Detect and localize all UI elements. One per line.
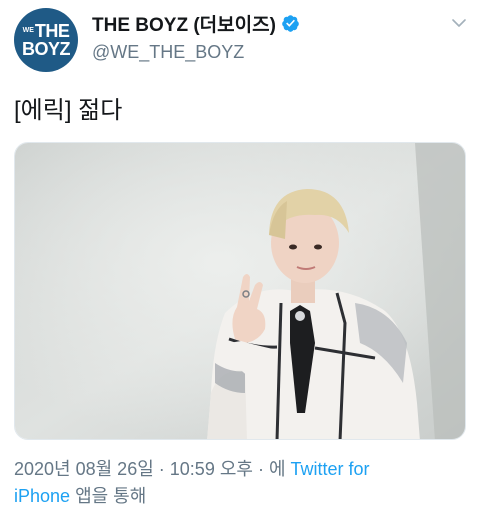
chevron-down-icon[interactable] — [450, 14, 468, 32]
meta-separator: · 에 — [252, 459, 291, 479]
tweet-photo[interactable] — [14, 142, 466, 440]
avatar-logo-bottom: BOYZ — [21, 39, 71, 59]
name-row: THE BOYZ (더보이즈) — [92, 10, 300, 37]
tweet-header: WETHE BOYZ THE BOYZ (더보이즈) @WE_THE_BOYZ — [0, 0, 480, 82]
tweet-text: [에릭] 젊다 — [14, 97, 123, 124]
tweet-date[interactable]: 2020년 08월 26일 — [14, 459, 154, 479]
tweet-source-link-cont[interactable]: iPhone — [14, 486, 70, 506]
tweet-time[interactable]: 10:59 오후 — [170, 459, 253, 479]
verified-badge-icon — [282, 15, 299, 32]
photo-image — [15, 143, 465, 439]
tweet-source-link[interactable]: Twitter for — [291, 459, 370, 479]
display-name[interactable]: THE BOYZ (더보이즈) — [92, 10, 276, 37]
tweet-meta: 2020년 08월 26일 · 10:59 오후 · 에 Twitter for… — [14, 456, 466, 510]
avatar-logo-top: WETHE — [22, 21, 70, 41]
tweet-source-suffix: 앱을 통해 — [70, 486, 147, 506]
meta-separator: · — [153, 459, 170, 479]
avatar[interactable]: WETHE BOYZ — [14, 8, 78, 72]
handle[interactable]: @WE_THE_BOYZ — [92, 42, 244, 63]
